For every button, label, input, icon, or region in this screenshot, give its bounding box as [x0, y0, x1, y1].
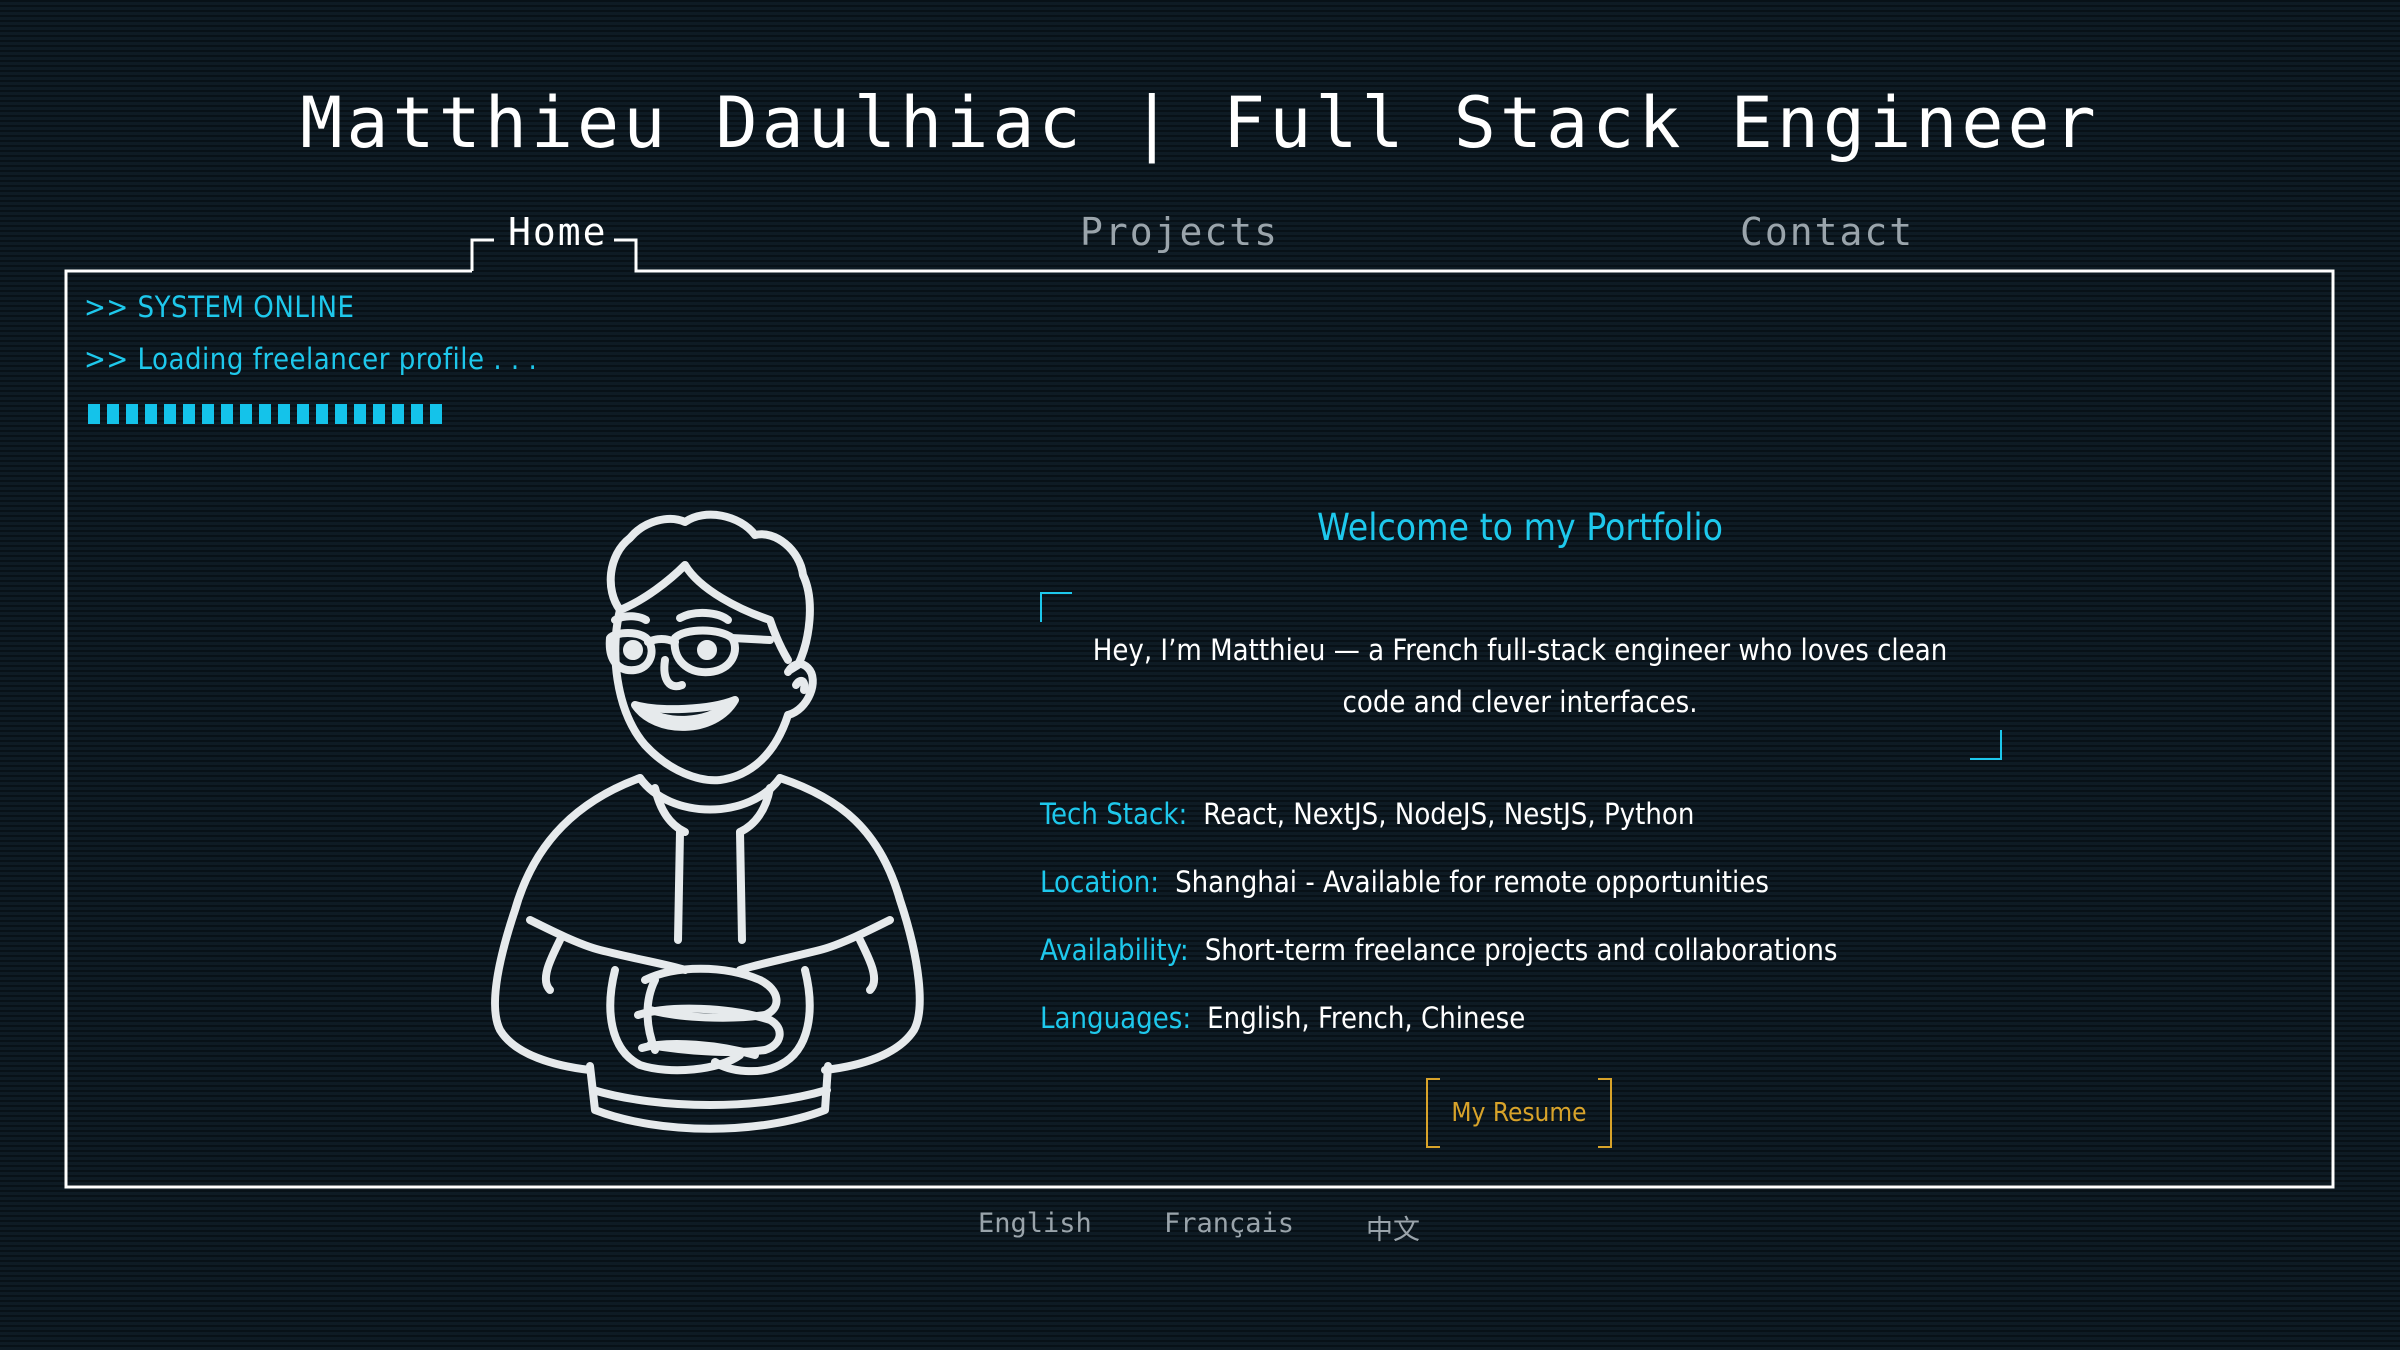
- resume-button[interactable]: My Resume: [1426, 1078, 1612, 1148]
- info-row-tech-stack: Tech Stack: React, NextJS, NodeJS, NestJS…: [1040, 797, 1694, 831]
- tab-projects[interactable]: Projects: [1080, 210, 1279, 254]
- terminal-line-status: >> SYSTEM ONLINE: [84, 290, 355, 324]
- info-value: React, NextJS, NodeJS, NestJS, Python: [1203, 797, 1695, 831]
- avatar-illustration-icon: [491, 510, 924, 1133]
- intro-text: Hey, I’m Matthieu — a French full-stack …: [1092, 633, 1948, 719]
- info-value: Short-term freelance projects and collab…: [1204, 933, 1838, 967]
- bracket-left: [1426, 1078, 1440, 1148]
- resume-button-label: My Resume: [1451, 1098, 1587, 1128]
- bracket-right: [1598, 1078, 1612, 1148]
- tab-home[interactable]: Home: [508, 210, 608, 254]
- language-chinese[interactable]: 中文: [1366, 1208, 1420, 1247]
- info-label: Tech Stack:: [1040, 797, 1188, 831]
- quote-corner-top-left: [1040, 592, 1072, 622]
- info-value: English, French, Chinese: [1207, 1001, 1526, 1035]
- language-english[interactable]: English: [978, 1208, 1092, 1239]
- terminal-line-loading: >> Loading freelancer profile . . .: [84, 342, 538, 376]
- loading-progress-bar: [88, 404, 442, 424]
- info-row-languages: Languages: English, French, Chinese: [1040, 1001, 1525, 1035]
- info-label: Languages:: [1040, 1001, 1192, 1035]
- info-row-location: Location: Shanghai - Available for remote…: [1040, 865, 1769, 899]
- welcome-heading: Welcome to my Portfolio: [1316, 506, 1724, 549]
- info-value: Shanghai - Available for remote opportun…: [1175, 865, 1769, 899]
- info-row-availability: Availability: Short-term freelance projec…: [1040, 933, 1838, 967]
- tab-contact[interactable]: Contact: [1740, 210, 1914, 254]
- language-french[interactable]: Français: [1164, 1208, 1294, 1239]
- info-label: Availability:: [1040, 933, 1189, 967]
- info-label: Location:: [1040, 865, 1160, 899]
- quote-corner-bottom-right: [1970, 730, 2002, 760]
